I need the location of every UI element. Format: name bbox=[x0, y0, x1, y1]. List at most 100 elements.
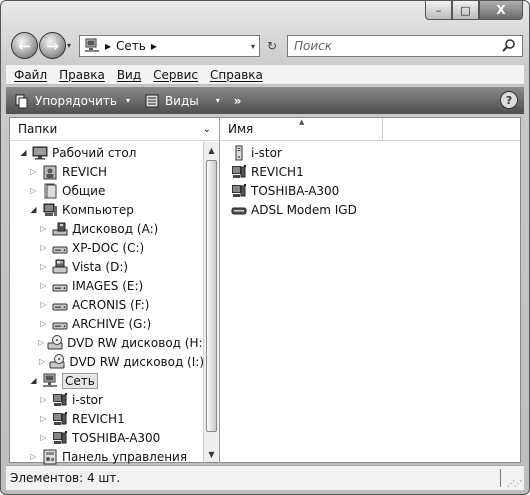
address-bar[interactable]: ▸ Сеть ▸ ▾ bbox=[79, 35, 260, 57]
organize-button[interactable]: Упорядочить ▾ bbox=[14, 93, 130, 109]
menu-view[interactable]: Вид bbox=[117, 68, 141, 82]
tree-item[interactable]: ▷ DVD RW дисковод (H:) bbox=[10, 333, 207, 352]
search-input[interactable] bbox=[294, 39, 494, 53]
collapsed-arrow-icon[interactable]: ▷ bbox=[38, 262, 49, 271]
recent-pages-dropdown[interactable]: ▾ bbox=[67, 41, 71, 50]
menu-help[interactable]: Справка bbox=[210, 68, 263, 82]
minimize-button[interactable]: – bbox=[425, 1, 452, 20]
tree-item[interactable]: ▷ Vista (D:) bbox=[10, 257, 204, 276]
collapsed-arrow-icon[interactable]: ▷ bbox=[38, 433, 49, 442]
caption-buttons: – □ X bbox=[425, 1, 523, 21]
tree-item-label: TOSHIBA-A300 bbox=[72, 430, 161, 445]
tree-item[interactable]: ▷ TOSHIBA-A300 bbox=[10, 428, 204, 447]
collapsed-arrow-icon[interactable]: ▷ bbox=[38, 243, 49, 252]
collapsed-arrow-icon[interactable]: ▷ bbox=[38, 319, 49, 328]
refresh-button[interactable]: ↻ bbox=[261, 35, 283, 57]
tree-item[interactable]: ▷ i-stor bbox=[10, 390, 204, 409]
status-separator bbox=[500, 469, 503, 487]
views-dropdown-icon[interactable]: ▾ bbox=[216, 96, 220, 105]
maximize-button[interactable]: □ bbox=[452, 1, 479, 20]
back-button[interactable]: ← bbox=[11, 32, 38, 59]
search-icon[interactable] bbox=[502, 38, 518, 54]
menu-tools[interactable]: Сервис bbox=[153, 68, 198, 82]
column-name-label: Имя bbox=[228, 122, 254, 136]
tree-item[interactable]: ◢ Сеть bbox=[10, 371, 204, 390]
forward-button[interactable]: → bbox=[39, 32, 66, 59]
scroll-thumb[interactable] bbox=[206, 160, 217, 432]
file-name: i-stor bbox=[251, 145, 282, 160]
tree-item-label: REVICH bbox=[62, 164, 108, 179]
tree-item[interactable]: ▷ Общие bbox=[10, 181, 204, 200]
network-computer-icon bbox=[52, 392, 68, 408]
tree-item-label: Компьютер bbox=[62, 202, 134, 217]
search-box[interactable] bbox=[287, 35, 523, 57]
close-button[interactable]: X bbox=[479, 1, 523, 20]
user-folder-icon bbox=[42, 164, 58, 180]
tree-item-label: Vista (D:) bbox=[72, 259, 129, 274]
network-computer-icon bbox=[231, 183, 247, 199]
forward-arrow-icon: → bbox=[46, 36, 59, 55]
address-trail-arrow[interactable]: ▸ bbox=[151, 39, 157, 53]
file-list-item[interactable]: TOSHIBA-A300 bbox=[221, 181, 520, 200]
hard-drive-icon bbox=[52, 297, 68, 313]
help-button[interactable]: ? bbox=[500, 91, 518, 109]
hard-drive-icon bbox=[52, 240, 68, 256]
collapsed-arrow-icon[interactable]: ▷ bbox=[28, 452, 39, 461]
tree-item[interactable]: ◢ Компьютер bbox=[10, 200, 204, 219]
collapsed-arrow-icon[interactable]: ▷ bbox=[38, 414, 49, 423]
network-computer-icon bbox=[52, 430, 68, 446]
menu-bar: Файл Правка Вид Сервис Справка bbox=[6, 65, 524, 85]
file-list-item[interactable]: i-stor bbox=[221, 143, 520, 162]
views-icon bbox=[144, 93, 160, 109]
expanded-arrow-icon[interactable]: ◢ bbox=[28, 205, 39, 214]
tree-item[interactable]: ▷ ACRONIS (F:) bbox=[10, 295, 204, 314]
folders-header[interactable]: Папки ⌄ bbox=[10, 118, 219, 141]
collapsed-arrow-icon[interactable]: ▷ bbox=[38, 224, 49, 233]
tree-item[interactable]: ▷ REVICH bbox=[10, 162, 204, 181]
tree-item-label: Сеть bbox=[62, 372, 98, 389]
collapsed-arrow-icon[interactable]: ▷ bbox=[38, 395, 49, 404]
tree-item[interactable]: ▷ ARCHIVE (G:) bbox=[10, 314, 204, 333]
tree-item[interactable]: ▷ IMAGES (E:) bbox=[10, 276, 204, 295]
folders-scrollbar[interactable]: ▲ ▼ bbox=[203, 142, 219, 462]
file-list: i-stor REVICH1 TOSHIBA-A300 ADSL Modem IGD bbox=[221, 141, 520, 219]
collapsed-arrow-icon[interactable]: ▷ bbox=[38, 300, 49, 309]
tree-item[interactable]: ▷ Панель управления bbox=[10, 447, 204, 466]
views-label: Виды bbox=[164, 93, 199, 108]
folders-title: Папки bbox=[18, 122, 58, 136]
expanded-arrow-icon[interactable]: ◢ bbox=[28, 376, 39, 385]
tree-item-label: i-stor bbox=[72, 392, 103, 407]
column-header-name[interactable]: ▲ Имя bbox=[221, 118, 383, 140]
organize-label: Упорядочить bbox=[35, 93, 117, 108]
tree-item[interactable]: ◢ Рабочий стол bbox=[10, 143, 204, 162]
collapsed-arrow-icon[interactable]: ▷ bbox=[38, 281, 49, 290]
address-dropdown-icon[interactable]: ▾ bbox=[251, 42, 255, 51]
tree-item-label: Общие bbox=[62, 183, 106, 198]
scroll-down-button[interactable]: ▼ bbox=[204, 446, 219, 462]
menu-edit[interactable]: Правка bbox=[59, 68, 105, 82]
expanded-arrow-icon[interactable]: ◢ bbox=[18, 148, 29, 157]
chevron-down-icon[interactable]: ⌄ bbox=[203, 124, 211, 135]
more-commands-button[interactable]: » bbox=[234, 94, 242, 108]
address-separator[interactable]: ▸ bbox=[105, 39, 111, 53]
tree-item[interactable]: ▷ REVICH1 bbox=[10, 409, 204, 428]
tree-item-label: Дисковод (A:) bbox=[72, 221, 159, 236]
computer-icon bbox=[42, 202, 58, 218]
tree-item[interactable]: ▷ DVD RW дисковод (I:) bbox=[10, 352, 204, 371]
menu-file[interactable]: Файл bbox=[14, 68, 47, 82]
collapsed-arrow-icon[interactable]: ▷ bbox=[38, 338, 44, 347]
tree-item[interactable]: ▷ Дисковод (A:) bbox=[10, 219, 204, 238]
dvd-drive-icon bbox=[47, 334, 63, 351]
file-list-item[interactable]: ADSL Modem IGD bbox=[221, 200, 520, 219]
address-location[interactable]: Сеть bbox=[116, 39, 146, 53]
folder-tree: ◢ Рабочий стол ▷ REVICH ▷ Общие ◢ Компьютер ▷ Дис… bbox=[10, 143, 207, 466]
desktop-icon bbox=[32, 145, 48, 161]
tree-item[interactable]: ▷ XP-DOC (C:) bbox=[10, 238, 204, 257]
collapsed-arrow-icon[interactable]: ▷ bbox=[28, 186, 39, 195]
resize-grip-icon[interactable]: ⋰⋰ bbox=[507, 479, 522, 488]
collapsed-arrow-icon[interactable]: ▷ bbox=[28, 167, 39, 176]
views-button[interactable]: Виды ▾ bbox=[144, 93, 220, 109]
scroll-up-button[interactable]: ▲ bbox=[204, 142, 219, 158]
file-list-item[interactable]: REVICH1 bbox=[221, 162, 520, 181]
collapsed-arrow-icon[interactable]: ▷ bbox=[38, 357, 46, 366]
